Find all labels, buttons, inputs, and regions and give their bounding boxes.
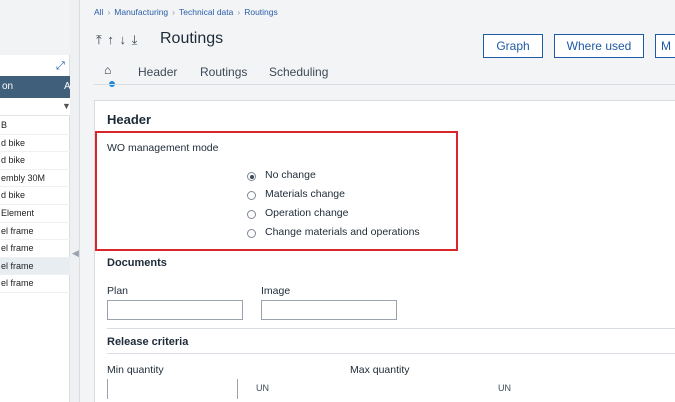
main-area: All › Manufacturing › Technical data › Routing… (80, 0, 675, 402)
where-used-button[interactable]: Where used (554, 34, 644, 58)
tab-routings[interactable]: Routings (200, 65, 247, 79)
image-field[interactable] (261, 300, 397, 320)
breadcrumb-separator-icon: › (237, 7, 241, 17)
radio-label: Change materials and operations (265, 226, 420, 238)
grid-rows: B d bike d bike embly 30M d bike Element… (0, 117, 70, 293)
max-quantity-label: Max quantity (350, 364, 410, 376)
panel-splitter[interactable]: ◀ (70, 0, 80, 402)
last-record-icon[interactable]: ⤓ (132, 32, 139, 47)
radio-button[interactable] (247, 210, 256, 219)
left-list-panel: ⤢ on A ▼ B d bike d bike embly 30M d bik… (0, 0, 71, 402)
radio-label: Materials change (265, 188, 345, 200)
list-item[interactable]: d bike (0, 135, 70, 153)
plan-label: Plan (107, 285, 129, 297)
tab-divider (94, 84, 675, 85)
radio-label: Operation change (265, 207, 349, 219)
section-divider (107, 328, 675, 329)
breadcrumb-item[interactable]: Routings (244, 7, 278, 17)
breadcrumb-item[interactable]: Technical data (179, 7, 233, 17)
breadcrumb-separator-icon: › (172, 7, 176, 17)
list-item[interactable]: Element (0, 205, 70, 223)
collapse-left-icon[interactable]: ◀ (72, 248, 79, 259)
breadcrumb-separator-icon: › (107, 7, 111, 17)
min-quantity-unit: UN (256, 383, 269, 393)
grid-filter-row: ▼ (0, 98, 71, 116)
max-quantity-unit: UN (498, 383, 511, 393)
home-icon[interactable]: ⌂ (104, 63, 111, 77)
radio-button[interactable] (247, 229, 256, 238)
list-item[interactable]: el frame (0, 240, 70, 258)
record-navigation: ⤒ ↑ ↓ ⤓ (96, 32, 138, 48)
tab-scheduling[interactable]: Scheduling (269, 65, 328, 79)
list-item[interactable]: embly 30M (0, 170, 70, 188)
previous-record-icon[interactable]: ↑ (107, 32, 115, 47)
plan-field[interactable] (107, 300, 243, 320)
radio-label: No change (265, 169, 316, 181)
breadcrumb: All › Manufacturing › Technical data › Routing… (94, 7, 278, 17)
grid-header: on A (0, 76, 71, 98)
page-title: Routings (160, 30, 224, 47)
graph-button[interactable]: Graph (483, 34, 543, 58)
min-quantity-field[interactable] (107, 379, 108, 399)
field-separator (237, 379, 238, 399)
documents-title: Documents (107, 257, 167, 269)
wo-mode-label: WO management mode (107, 142, 219, 154)
breadcrumb-item[interactable]: All (94, 7, 103, 17)
list-item[interactable]: el frame (0, 257, 70, 276)
list-item[interactable]: B (0, 117, 70, 135)
radio-button-selected[interactable] (247, 172, 256, 181)
left-panel-toolbar (0, 0, 70, 55)
min-quantity-label: Min quantity (107, 364, 164, 376)
next-record-icon[interactable]: ↓ (120, 32, 128, 47)
grid-column-header[interactable]: on (2, 81, 13, 92)
release-criteria-title: Release criteria (107, 336, 189, 348)
image-label: Image (261, 285, 291, 297)
radio-button[interactable] (247, 191, 256, 200)
tab-header[interactable]: Header (138, 65, 177, 79)
list-item[interactable]: d bike (0, 152, 70, 170)
list-item[interactable]: d bike (0, 187, 70, 205)
section-divider (107, 353, 675, 354)
section-title: Header (107, 112, 152, 127)
first-record-icon[interactable]: ⤒ (96, 32, 103, 47)
header-section: Header WO management mode No change Mate… (94, 100, 675, 402)
more-button[interactable]: M (655, 34, 675, 58)
list-item[interactable]: el frame (0, 223, 70, 241)
expand-icon[interactable]: ⤢ (56, 60, 65, 73)
list-item[interactable]: el frame (0, 275, 70, 293)
breadcrumb-item[interactable]: Manufacturing (114, 7, 168, 17)
